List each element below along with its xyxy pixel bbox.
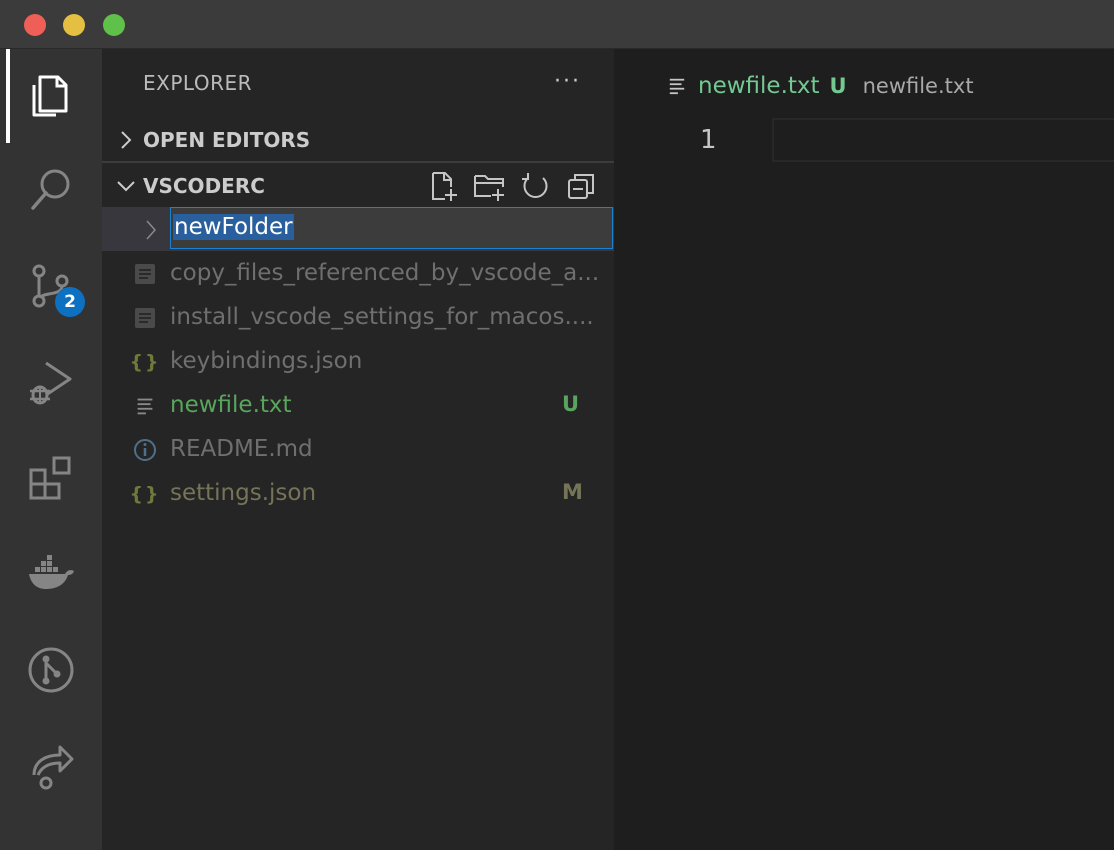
new-folder-rename-row[interactable]: newFolder: [102, 207, 614, 251]
modified-status: M: [562, 480, 583, 504]
file-row[interactable]: {} keybindings.json: [102, 339, 614, 383]
explorer-sidebar: EXPLORER ··· OPEN EDITORS VSCODERC newFo…: [102, 49, 614, 850]
tab-file-name: newfile.txt: [698, 73, 820, 99]
text-lines-icon: [132, 393, 158, 419]
explorer-title: EXPLORER: [143, 71, 252, 95]
refresh-icon[interactable]: [519, 170, 551, 202]
chevron-down-icon: [117, 181, 135, 192]
file-lines-icon: [132, 305, 158, 331]
collapse-all-icon[interactable]: [565, 170, 597, 202]
tab-status: U: [829, 74, 847, 98]
editor-tab[interactable]: newfile.txt U newfile.txt: [668, 69, 974, 103]
file-name: install_vscode_settings_for_macos....: [170, 304, 594, 330]
source-control-badge: 2: [55, 287, 85, 317]
line-number: 1: [700, 125, 717, 155]
docker-icon: [29, 555, 74, 589]
open-editors-header[interactable]: OPEN EDITORS: [102, 118, 614, 162]
breadcrumb[interactable]: newfile.txt: [863, 74, 974, 98]
minimize-window-button[interactable]: [63, 14, 85, 36]
file-row[interactable]: {} settings.json M: [102, 471, 614, 515]
run-debug-icon: [30, 361, 72, 405]
zoom-window-button[interactable]: [103, 14, 125, 36]
file-name: README.md: [170, 436, 313, 462]
file-row[interactable]: copy_files_referenced_by_vscode_a...: [102, 251, 614, 295]
workspace-label: VSCODERC: [143, 174, 265, 198]
activity-live-share[interactable]: [0, 721, 102, 811]
activity-explorer[interactable]: [0, 49, 102, 143]
open-editors-label: OPEN EDITORS: [143, 128, 311, 152]
rename-input-value: newFolder: [173, 214, 294, 240]
activity-git-graph[interactable]: [0, 625, 102, 715]
search-icon: [31, 169, 70, 210]
activity-extensions[interactable]: [0, 433, 102, 523]
close-window-button[interactable]: [24, 14, 46, 36]
activity-search[interactable]: [0, 145, 102, 235]
new-folder-icon[interactable]: [473, 170, 505, 202]
activity-bar: 2: [0, 49, 102, 850]
title-bar: [0, 0, 1114, 49]
info-icon: [132, 437, 158, 463]
new-file-icon[interactable]: [427, 170, 459, 202]
activity-run-debug[interactable]: [0, 337, 102, 427]
more-actions-button[interactable]: ···: [554, 69, 581, 94]
chevron-right-icon: [146, 220, 157, 240]
json-braces-icon: {}: [129, 483, 161, 505]
files-icon: [32, 75, 68, 117]
file-name: keybindings.json: [170, 348, 363, 374]
text-lines-icon: [669, 78, 685, 95]
rename-input[interactable]: newFolder: [170, 207, 613, 249]
git-graph-icon: [28, 647, 74, 693]
file-name: newfile.txt: [170, 392, 292, 418]
text-editor-line[interactable]: [772, 118, 1114, 162]
activity-docker[interactable]: [0, 529, 102, 619]
section-divider: [102, 161, 614, 163]
file-lines-icon: [132, 261, 158, 287]
untracked-status: U: [562, 392, 580, 416]
editor-area: newfile.txt U newfile.txt 1: [614, 49, 1114, 850]
json-braces-icon: {}: [129, 351, 161, 373]
extensions-icon: [29, 456, 71, 500]
live-share-icon: [32, 745, 74, 790]
file-name: settings.json: [170, 480, 317, 506]
workspace-header[interactable]: VSCODERC: [102, 164, 614, 208]
file-row[interactable]: README.md: [102, 427, 614, 471]
chevron-right-icon: [121, 131, 132, 149]
workspace-actions: [427, 164, 597, 208]
file-row[interactable]: newfile.txt U: [102, 383, 614, 427]
activity-source-control[interactable]: 2: [0, 241, 102, 331]
file-row[interactable]: install_vscode_settings_for_macos....: [102, 295, 614, 339]
file-name: copy_files_referenced_by_vscode_a...: [170, 260, 600, 286]
